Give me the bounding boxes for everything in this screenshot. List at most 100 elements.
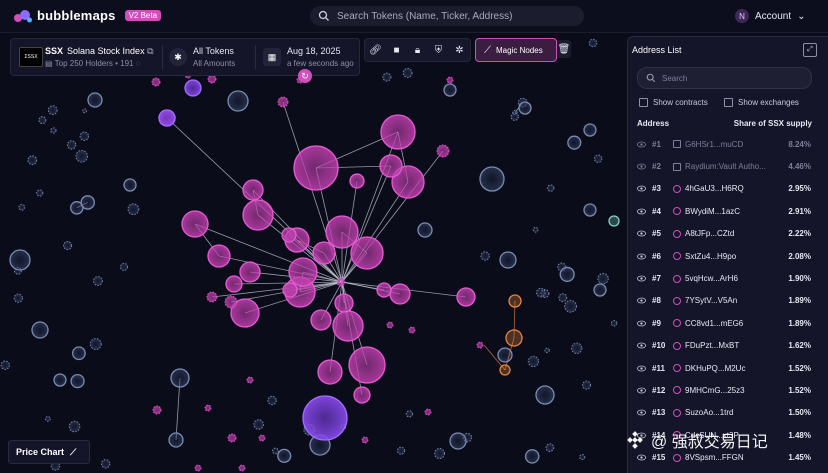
address-row[interactable]: #8 7YSytV...V5An 1.89% (628, 290, 828, 312)
address-row[interactable]: #11 DKHuPQ...M2Uc 1.52% (628, 357, 828, 379)
wallet-icon (673, 229, 681, 238)
holder-bubble (350, 236, 384, 270)
address-row[interactable]: #6 SxtZu4...H9po 2.08% (628, 245, 828, 267)
magic-nodes-button[interactable]: ⟋ Magic Nodes (475, 38, 557, 62)
eye-icon[interactable] (637, 274, 646, 283)
supply-share: 2.08% (788, 251, 811, 261)
holder-bubble (272, 447, 279, 455)
wallet-address[interactable]: 4hGaU3...H6RQ (685, 184, 744, 193)
wallet-address[interactable]: 9MHCmG...25z3 (685, 386, 745, 395)
shield-icon[interactable]: ⛨ (432, 43, 446, 57)
address-row[interactable]: #4 BWydiM...1azC 2.91% (628, 200, 828, 222)
address-row[interactable]: #9 CC8vd1...mEG6 1.89% (628, 312, 828, 334)
lock-icon[interactable]: 🔒︎ (411, 43, 425, 57)
eye-icon[interactable] (637, 341, 646, 350)
trash-button[interactable]: 🗑︎ (557, 40, 571, 58)
address-row[interactable]: #3 4hGaU3...H6RQ 2.95% (628, 178, 828, 200)
eye-icon[interactable] (637, 140, 646, 149)
holder-bubble (242, 199, 274, 231)
show-contracts-checkbox[interactable]: Show contracts (639, 98, 708, 107)
copy-icon[interactable]: ⧉ (147, 46, 153, 56)
address-row[interactable]: #7 5vqHcw...ArH6 1.90% (628, 267, 828, 289)
token-logo: ΣSSX (19, 47, 43, 67)
holder-bubble (310, 309, 332, 331)
address-rank: #9 (652, 318, 661, 328)
holder-bubble (207, 74, 217, 84)
supply-share: 1.89% (788, 318, 811, 328)
eye-icon[interactable] (637, 386, 646, 395)
wallet-address[interactable]: 7YSytV...V5An (685, 296, 737, 305)
holder-bubble (50, 127, 57, 134)
wallet-address[interactable]: Raydium:Vault Autho... (685, 162, 766, 171)
eye-icon[interactable] (637, 252, 646, 261)
holder-bubble (168, 432, 184, 448)
show-exchanges-checkbox[interactable]: Show exchanges (724, 98, 799, 107)
checkbox[interactable] (639, 98, 648, 107)
holder-bubble (66, 140, 77, 150)
address-row[interactable]: #13 SuzoAo...1trd 1.50% (628, 402, 828, 424)
eye-icon[interactable] (637, 319, 646, 328)
address-row[interactable]: #2 Raydium:Vault Autho... 4.46% (628, 155, 828, 177)
wallet-icon (673, 184, 681, 193)
supply-share: 1.52% (788, 385, 811, 395)
expand-icon[interactable]: ⤢ (803, 43, 817, 57)
wallet-address[interactable]: FDuPzt...MxBT (685, 341, 739, 350)
address-row[interactable]: #5 A8tJFp...CZtd 2.22% (628, 223, 828, 245)
date-filter-title[interactable]: Aug 18, 2025 (287, 46, 341, 56)
wallet-address[interactable]: DKHuPQ...M2Uc (685, 364, 745, 373)
wallet-address[interactable]: SuzoAo...1trd (685, 408, 733, 417)
holder-bubble (312, 241, 336, 265)
price-chart-button[interactable]: Price Chart ⟋ (8, 440, 90, 464)
eye-icon[interactable] (637, 207, 646, 216)
holder-bubble (13, 293, 23, 303)
eye-icon[interactable] (637, 453, 646, 462)
holder-bubble (424, 408, 432, 416)
wallet-address[interactable]: 8VSpsm...FFGN (685, 453, 744, 462)
address-row[interactable]: #12 9MHCmG...25z3 1.52% (628, 379, 828, 401)
address-row[interactable]: #1 G6HSr1...muCD 8.24% (628, 133, 828, 155)
eye-icon[interactable] (637, 229, 646, 238)
address-search-input[interactable]: Search (637, 67, 812, 89)
eye-icon[interactable] (637, 408, 646, 417)
address-rank: #2 (652, 162, 661, 172)
eye-icon[interactable] (637, 364, 646, 373)
account-menu[interactable]: N Account ⌄ (735, 6, 806, 26)
refresh-button[interactable]: ↻ (298, 69, 312, 83)
address-rank: #8 (652, 296, 661, 306)
wallet-address[interactable]: A8tJFp...CZtd (685, 229, 734, 238)
network-icon[interactable]: ✲ (453, 43, 467, 57)
link-icon[interactable]: 🔗︎ (369, 43, 383, 57)
wallet-address[interactable]: SxtZu4...H9po (685, 252, 736, 261)
eye-icon[interactable] (637, 162, 646, 171)
calendar-icon[interactable]: ▦ (263, 48, 281, 66)
holder-bubble (36, 189, 44, 197)
wallet-icon (673, 408, 681, 417)
logo[interactable]: bubblemaps V2 Beta (14, 8, 162, 23)
wallet-address[interactable]: G6HSr1...muCD (685, 140, 743, 149)
address-search-placeholder: Search (662, 73, 688, 83)
eye-icon[interactable] (637, 296, 646, 305)
holder-bubble (44, 415, 51, 422)
amount-filter-title[interactable]: All Tokens (193, 46, 234, 56)
token-search-input[interactable]: Search Tokens (Name, Ticker, Address) (310, 6, 584, 26)
save-icon[interactable]: ■ (390, 43, 404, 57)
eye-icon[interactable] (637, 184, 646, 193)
holder-bubble (443, 83, 457, 97)
amount-filter-icon[interactable]: ✱ (169, 48, 187, 66)
share-column-header[interactable]: Share of SSX supply (734, 119, 812, 128)
wallet-address[interactable]: CC8vd1...mEG6 (685, 319, 743, 328)
address-list-title: Address List (632, 45, 682, 55)
address-column-header[interactable]: Address (637, 119, 669, 128)
checkbox[interactable] (724, 98, 733, 107)
supply-share: 1.48% (788, 430, 811, 440)
wallet-address[interactable]: 5vqHcw...ArH6 (685, 274, 738, 283)
address-list-panel: Address List ⤢ Search Show contracts Sho… (627, 36, 828, 473)
wallet-address[interactable]: BWydiM...1azC (685, 207, 740, 216)
holder-bubble (536, 287, 546, 298)
holder-bubble (194, 464, 202, 472)
holder-bubble (282, 282, 298, 298)
holder-bubble (518, 101, 532, 115)
holder-bubble (87, 92, 103, 108)
address-row[interactable]: #10 FDuPzt...MxBT 1.62% (628, 335, 828, 357)
holder-bubble (277, 96, 289, 108)
